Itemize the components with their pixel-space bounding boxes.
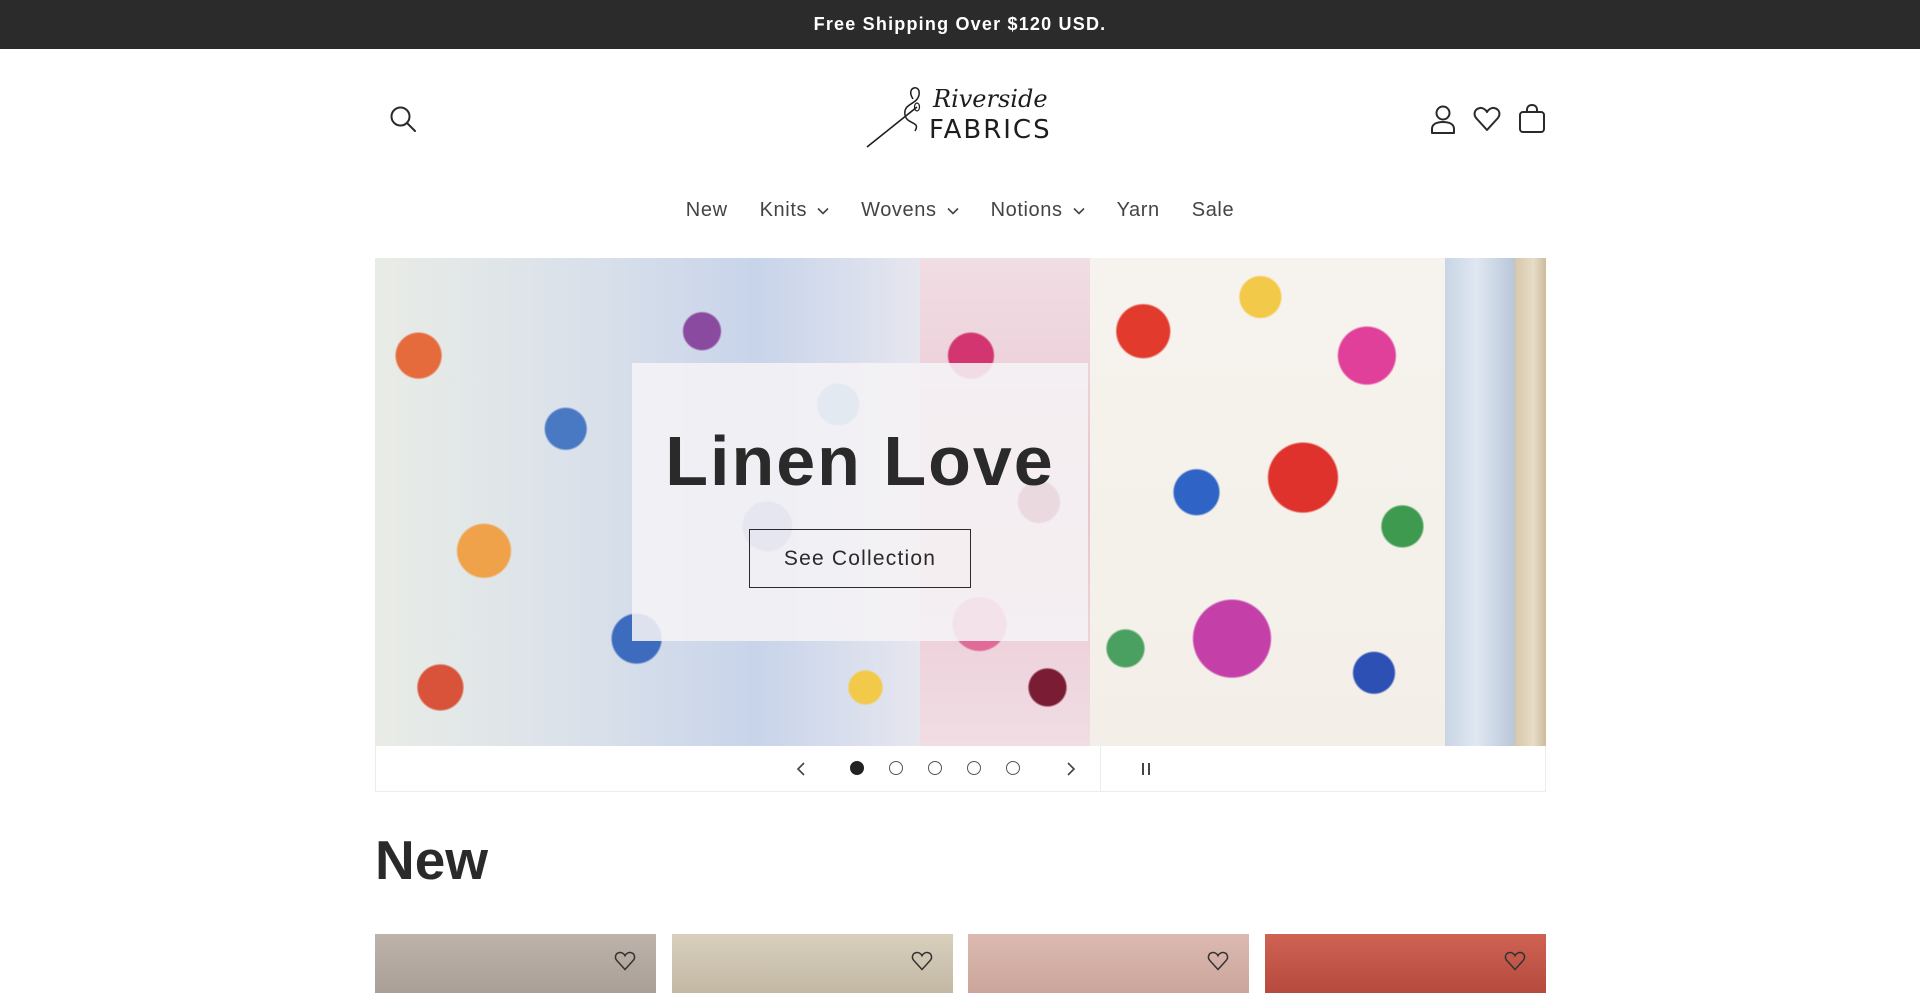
- heart-icon: [1207, 951, 1229, 971]
- cart-button[interactable]: [1512, 99, 1552, 139]
- nav-item-label: Sale: [1191, 199, 1235, 221]
- slide-dot-1[interactable]: [850, 761, 864, 775]
- chevron-down-icon: [947, 207, 959, 215]
- hero-image-linen-natural: [1515, 258, 1546, 746]
- user-icon: [1431, 105, 1455, 134]
- wishlist-button[interactable]: [1467, 99, 1507, 139]
- chevron-left-icon: [796, 762, 805, 776]
- heart-icon: [1504, 951, 1526, 971]
- heart-icon: [1473, 106, 1501, 131]
- search-icon: [390, 106, 416, 132]
- slide-dot-3[interactable]: [928, 761, 942, 775]
- wishlist-toggle[interactable]: [1203, 946, 1233, 976]
- announcement-text: Free Shipping Over $120 USD.: [813, 14, 1107, 34]
- product-card-2[interactable]: [672, 934, 953, 993]
- announcement-bar: Free Shipping Over $120 USD.: [0, 0, 1920, 49]
- wishlist-toggle[interactable]: [1500, 946, 1530, 976]
- nav-item-label: Notions: [990, 199, 1063, 221]
- account-button[interactable]: [1423, 99, 1463, 139]
- hero-title: Linen Love: [665, 422, 1055, 500]
- search-button[interactable]: [383, 99, 423, 139]
- previous-slide-button[interactable]: [781, 749, 821, 789]
- chevron-right-icon: [1067, 762, 1076, 776]
- nav-item-yarn[interactable]: Yarn: [1101, 152, 1176, 222]
- logo-script-text: Riverside: [933, 85, 1048, 113]
- next-slide-button[interactable]: [1051, 749, 1091, 789]
- hero-slideshow: Linen Love See Collection: [375, 258, 1546, 746]
- slideshow-controls: [375, 746, 1546, 792]
- slide-dot-2[interactable]: [889, 761, 903, 775]
- controls-divider: [1100, 746, 1101, 791]
- product-card-4[interactable]: [1265, 934, 1546, 993]
- nav-item-label: Knits: [759, 199, 808, 221]
- slide-dot-5[interactable]: [1006, 761, 1020, 775]
- site-logo[interactable]: Riverside FABRICS: [865, 85, 1055, 151]
- product-card-3[interactable]: [968, 934, 1249, 993]
- wishlist-toggle[interactable]: [907, 946, 937, 976]
- nav-item-notions[interactable]: Notions: [975, 152, 1101, 222]
- pause-slideshow-button[interactable]: [1126, 749, 1166, 789]
- see-collection-button[interactable]: See Collection: [749, 529, 971, 588]
- hero-image-floral-right: [1090, 258, 1445, 746]
- nav-item-label: New: [685, 199, 728, 221]
- wishlist-toggle[interactable]: [610, 946, 640, 976]
- pause-icon: [1142, 763, 1150, 775]
- logo-main-text: FABRICS: [929, 115, 1052, 145]
- nav-item-new[interactable]: New: [670, 152, 744, 222]
- section-title-new: New: [375, 829, 489, 891]
- chevron-down-icon: [1073, 207, 1085, 215]
- cart-icon: [1519, 104, 1545, 133]
- needle-thread-icon: [866, 87, 921, 148]
- nav-item-wovens[interactable]: Wovens: [845, 152, 975, 222]
- slide-dot-4[interactable]: [967, 761, 981, 775]
- product-grid: [375, 934, 1546, 993]
- nav-item-knits[interactable]: Knits: [744, 152, 845, 222]
- chevron-down-icon: [817, 207, 829, 215]
- main-nav: New Knits Wovens Notions Yarn Sale: [0, 152, 1920, 270]
- heart-icon: [911, 951, 933, 971]
- nav-item-label: Wovens: [861, 199, 937, 221]
- product-card-1[interactable]: [375, 934, 656, 993]
- nav-item-sale[interactable]: Sale: [1176, 152, 1250, 222]
- nav-item-label: Yarn: [1116, 199, 1160, 221]
- heart-icon: [614, 951, 636, 971]
- hero-image-linen-blue: [1445, 258, 1515, 746]
- hero-content-card: Linen Love See Collection: [632, 363, 1088, 641]
